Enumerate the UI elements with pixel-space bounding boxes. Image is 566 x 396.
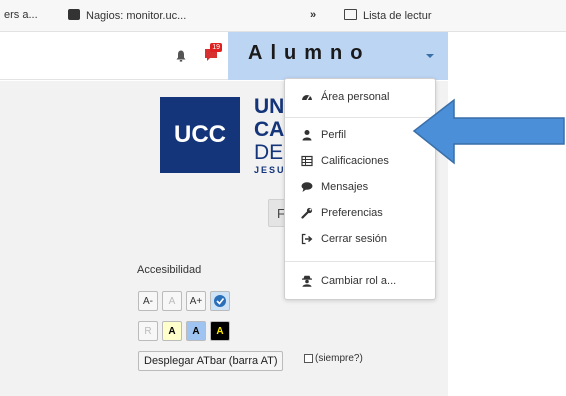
university-name: UN CA DE — [254, 95, 284, 164]
reading-list-button[interactable]: Lista de lectur — [344, 9, 431, 22]
user-secret-icon — [301, 275, 313, 287]
reset-color-button[interactable]: R — [138, 321, 158, 341]
dashboard-icon — [301, 91, 313, 103]
annotation-arrow-icon — [412, 98, 565, 165]
bookmarks-bar: ers a... Nagios: monitor.uc... » Lista d… — [0, 0, 566, 32]
caret-down-icon — [426, 54, 434, 58]
menu-item-label: Área personal — [321, 91, 390, 103]
atbar-button[interactable]: Desplegar ATbar (barra AT) — [138, 351, 284, 371]
decrease-font-button[interactable]: A- — [138, 291, 158, 311]
bookmark-label: Lista de lectur — [363, 10, 432, 22]
logo-text: UCC — [174, 121, 226, 148]
bookmarks-overflow-button[interactable]: » — [310, 9, 316, 21]
menu-item-cambiar-rol[interactable]: Cambiar rol a... — [285, 271, 435, 291]
user-menu-toggle[interactable]: Alumno — [228, 32, 448, 80]
wrench-icon — [301, 207, 313, 219]
university-name-line: UN — [254, 95, 285, 118]
blue-scheme-button[interactable]: A — [186, 321, 206, 341]
top-navbar: 19 Alumno — [0, 32, 448, 80]
page-icon — [68, 9, 80, 20]
increase-font-button[interactable]: A+ — [186, 291, 206, 311]
menu-item-preferencias[interactable]: Preferencias — [285, 203, 435, 223]
always-option: (siempre?) — [304, 353, 363, 364]
university-name-line: DE — [254, 141, 284, 164]
menu-item-label: Mensajes — [321, 181, 369, 193]
reading-list-icon — [344, 9, 357, 20]
user-name: Alumno — [248, 42, 371, 64]
bell-icon[interactable] — [176, 50, 186, 62]
menu-item-cerrar-sesion[interactable]: Cerrar sesión — [285, 229, 435, 249]
bookmark-item[interactable]: ers a... — [4, 9, 38, 21]
color-scheme-controls: R A A A — [138, 321, 230, 341]
always-checkbox[interactable] — [304, 354, 313, 363]
notification-badge: 19 — [210, 43, 222, 52]
university-name-line: CA — [254, 118, 285, 141]
messages-button[interactable]: 19 — [204, 43, 222, 63]
menu-item-label: Cambiar rol a... — [321, 275, 397, 287]
always-label: (siempre?) — [315, 353, 363, 364]
table-icon — [301, 155, 313, 167]
sign-out-icon — [301, 233, 313, 245]
reset-font-button[interactable]: A — [162, 291, 182, 311]
bookmark-item[interactable]: Nagios: monitor.uc... — [68, 9, 186, 22]
comment-icon — [301, 181, 313, 193]
user-icon — [301, 129, 313, 141]
menu-divider — [285, 261, 435, 262]
overflow-chevron-icon: » — [310, 9, 317, 21]
menu-item-mensajes[interactable]: Mensajes — [285, 177, 435, 197]
font-size-controls: A- A A+ — [138, 291, 230, 311]
save-settings-icon — [214, 295, 226, 307]
accessibility-title: Accesibilidad — [137, 264, 202, 276]
save-settings-button[interactable] — [210, 291, 230, 311]
university-logo[interactable]: UCC — [160, 97, 240, 173]
bookmark-label: ers a... — [4, 9, 38, 21]
menu-item-label: Perfil — [321, 129, 347, 141]
menu-item-label: Calificaciones — [321, 155, 389, 167]
menu-item-label: Cerrar sesión — [321, 233, 388, 245]
yellow-scheme-button[interactable]: A — [162, 321, 182, 341]
menu-item-label: Preferencias — [321, 207, 383, 219]
university-subtitle: JESU — [254, 165, 286, 175]
bookmark-label: Nagios: monitor.uc... — [86, 10, 187, 22]
high-contrast-button[interactable]: A — [210, 321, 230, 341]
